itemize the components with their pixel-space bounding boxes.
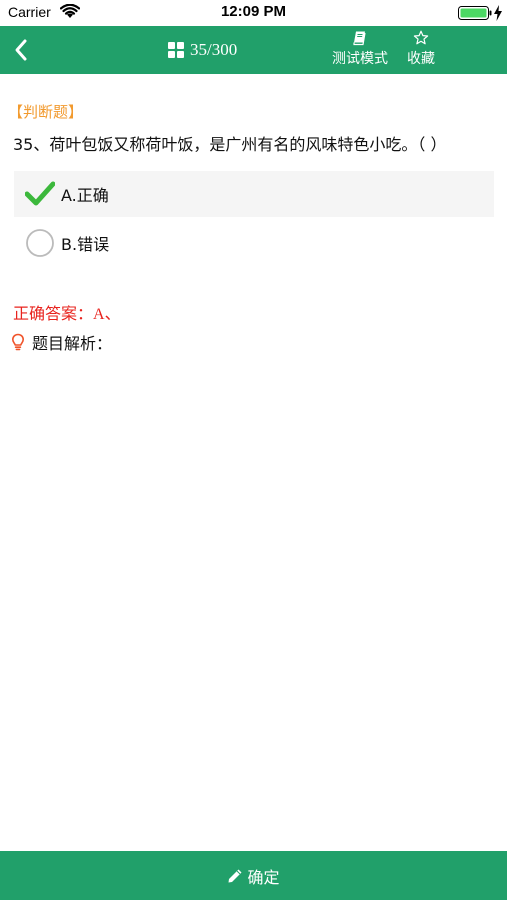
test-mode-button[interactable]: 测试模式	[330, 30, 390, 70]
lightbulb-icon	[11, 333, 25, 351]
star-icon	[413, 30, 429, 45]
favorite-label: 收藏	[407, 51, 435, 67]
option-b-label: B.错误	[61, 235, 110, 254]
status-bar: Carrier 12:09 PM	[0, 0, 507, 26]
status-time: 12:09 PM	[220, 3, 287, 20]
test-mode-label: 测试模式	[332, 51, 388, 67]
confirm-button[interactable]: 确定	[0, 851, 507, 900]
option-b[interactable]: B.错误	[14, 220, 494, 266]
nav-bar: 35/300 测试模式 收藏	[0, 26, 507, 74]
favorite-button[interactable]: 收藏	[404, 30, 438, 70]
confirm-label: 确定	[247, 867, 280, 887]
analysis-label: 题目解析：	[32, 334, 113, 353]
correct-answer-value: A、	[93, 306, 121, 323]
analysis-row: 题目解析：	[11, 330, 112, 354]
charging-icon	[494, 5, 502, 21]
pencil-icon	[228, 869, 242, 882]
back-icon[interactable]	[10, 36, 34, 64]
question-type-label: 【判断题】	[8, 103, 84, 121]
radio-empty-icon	[26, 229, 54, 257]
grid-icon	[168, 42, 184, 58]
progress-text: 35/300	[190, 40, 238, 59]
question-index-button[interactable]: 35/300	[168, 39, 237, 61]
book-icon	[353, 31, 366, 46]
question-text: 35、荷叶包饭又称荷叶饭，是广州有名的风味特色小吃。（ ）	[13, 135, 447, 154]
check-icon	[25, 181, 55, 206]
option-a-label: A.正确	[61, 186, 109, 205]
correct-answer-label: 正确答案：	[13, 304, 94, 323]
correct-answer: 正确答案：A、	[13, 300, 121, 324]
option-a[interactable]: A.正确	[14, 171, 494, 217]
battery-icon	[458, 6, 492, 20]
